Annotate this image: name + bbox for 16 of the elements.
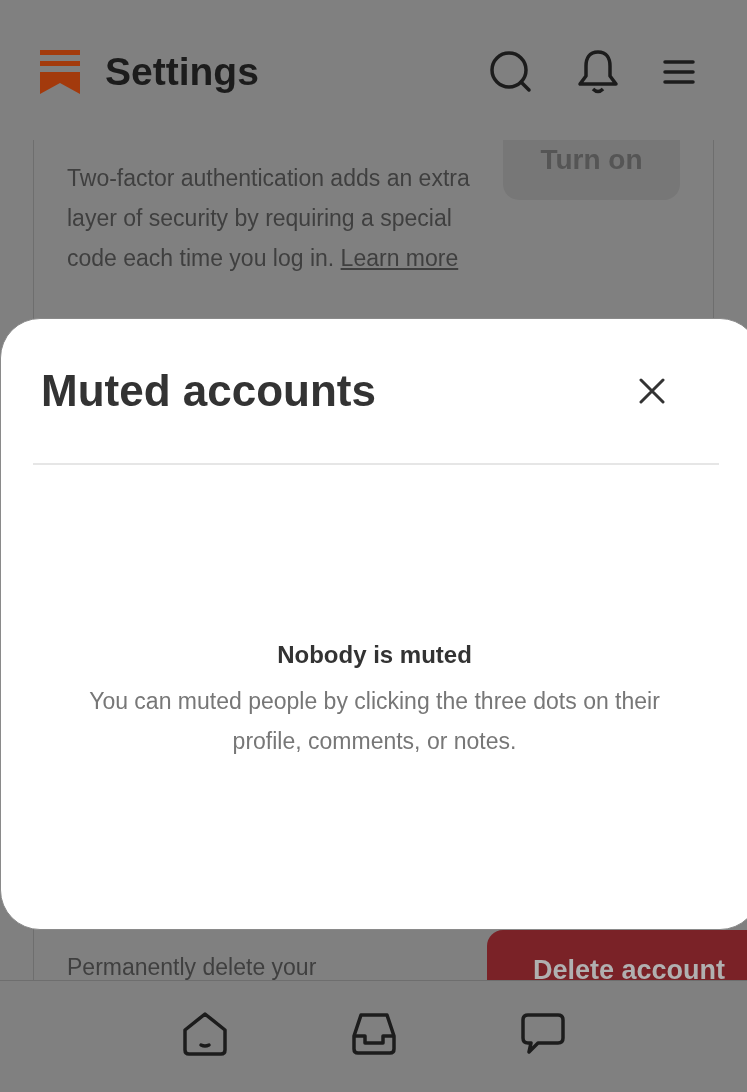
setting-description: Permanently delete your — [67, 953, 318, 980]
logo-icon — [40, 50, 80, 94]
bell-icon[interactable] — [577, 49, 619, 95]
setting-description: Two-factor authentication adds an extra layer of security by requiring a special code each time you log in. Learn more — [67, 164, 471, 273]
modal-title: Muted accounts — [41, 365, 376, 417]
page-title: Settings — [105, 48, 259, 95]
close-icon[interactable] — [639, 378, 665, 404]
home-icon[interactable] — [181, 1010, 228, 1057]
search-icon[interactable] — [489, 50, 533, 94]
empty-state-description: You can muted people by clicking the three dots on their profile, comments, or notes. — [88, 687, 661, 756]
inbox-icon[interactable] — [350, 1011, 397, 1056]
empty-state-title: Nobody is muted — [277, 640, 472, 670]
delete-account-button[interactable]: Delete account — [487, 930, 747, 980]
learn-more-link[interactable]: Learn more — [340, 245, 459, 271]
chat-icon[interactable] — [519, 1011, 566, 1056]
menu-icon[interactable] — [663, 59, 695, 85]
